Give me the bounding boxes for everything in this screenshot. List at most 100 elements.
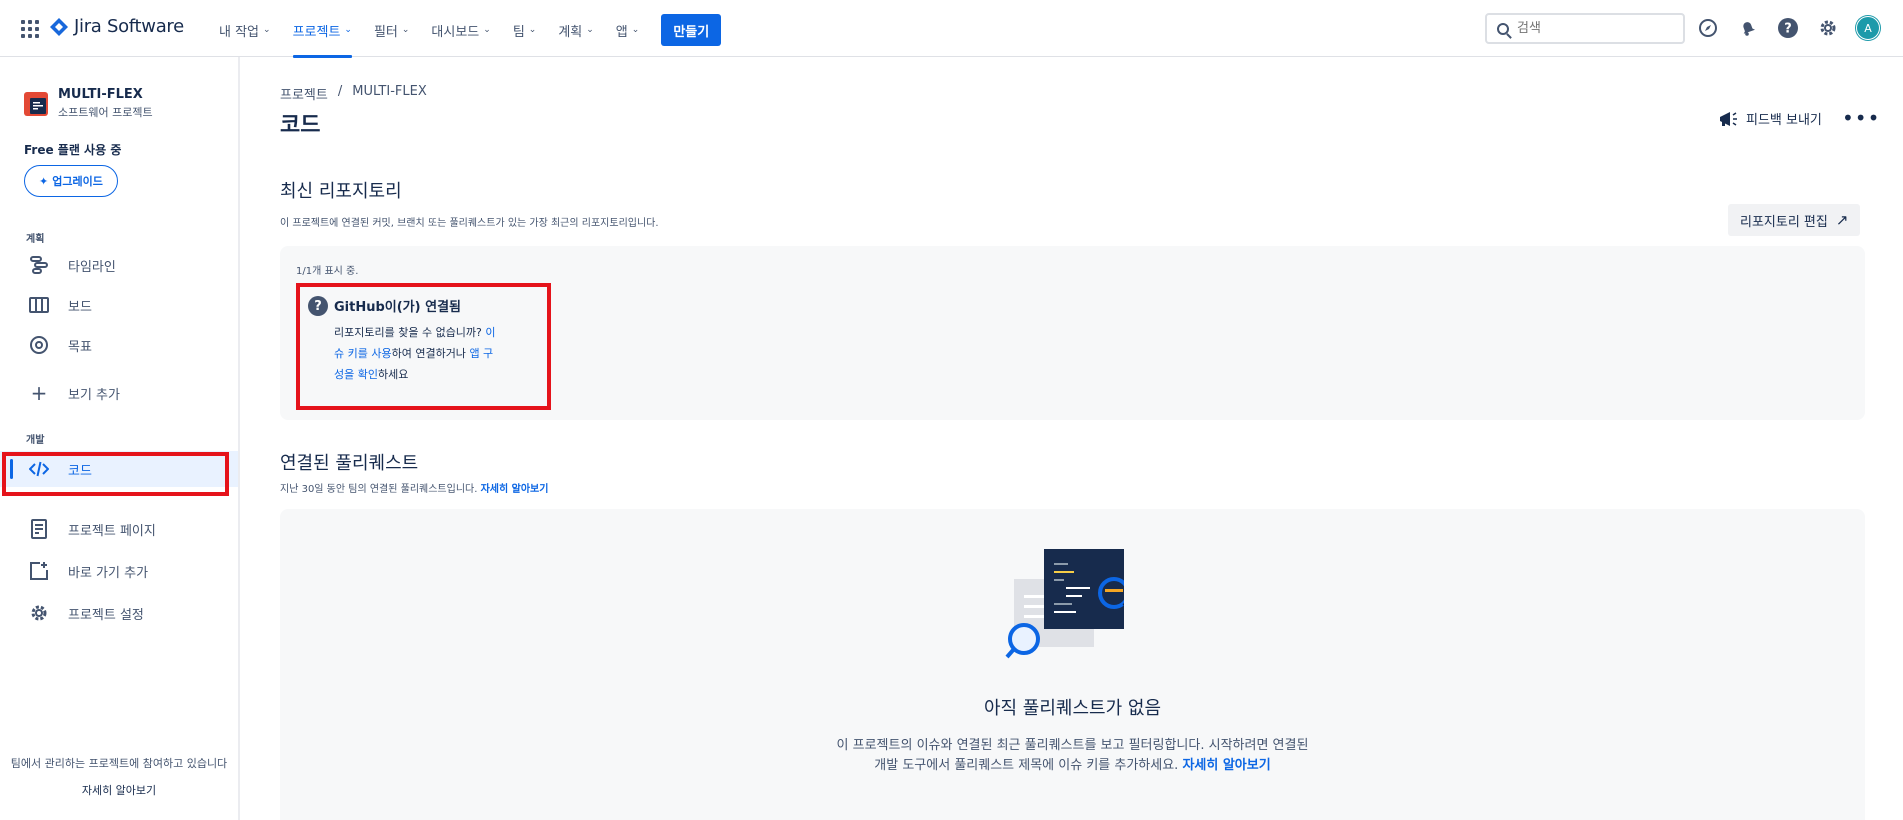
project-header[interactable]: MULTI-FLEX 소프트웨어 프로젝트 <box>24 87 153 120</box>
chevron-down-icon: ⌄ <box>263 25 271 35</box>
card-text: 하세요 <box>377 368 409 381</box>
sidebar-item-label: 보기 추가 <box>68 387 120 403</box>
settings-gear-icon[interactable] <box>1816 16 1840 40</box>
section-planning-label: 계획 <box>26 234 45 245</box>
chevron-down-icon: ⌄ <box>483 25 491 35</box>
nav-label: 필터 <box>373 24 398 40</box>
desc-text: 지난 30일 동안 팀의 연결된 풀리퀘스트입니다. <box>280 484 481 495</box>
project-name: MULTI-FLEX <box>58 87 143 102</box>
question-icon: ? <box>308 296 328 316</box>
sparkle-icon: ✦ <box>39 174 49 188</box>
card-text: 리포지토리를 찾을 수 없습니까? <box>334 326 486 339</box>
top-actions: ? A <box>1696 16 1880 40</box>
nav-label: 팀 <box>512 24 525 40</box>
project-type: 소프트웨어 프로젝트 <box>58 106 153 119</box>
nav-plans[interactable]: 계획 ⌄ <box>552 15 599 45</box>
feedback-button[interactable]: 피드백 보내기 <box>1718 109 1822 128</box>
empty-state-description: 이 프로젝트의 이슈와 연결된 최근 풀리퀘스트를 보고 필터링합니다. 시작하… <box>832 736 1313 776</box>
chevron-down-icon: ⌄ <box>528 25 537 35</box>
sidebar-item-add-view[interactable]: + 보기 추가 <box>0 375 238 411</box>
feedback-label: 피드백 보내기 <box>1746 113 1822 128</box>
external-link-icon: ↗ <box>1835 211 1849 229</box>
edit-repository-button[interactable]: 리포지토리 편집 ↗ <box>1728 204 1861 236</box>
sidebar-item-label: 보드 <box>68 299 92 315</box>
nav-label: 계획 <box>558 24 583 40</box>
nav-menu: 내 작업 ⌄ 프로젝트 ⌄ 필터 ⌄ 대시보드 ⌄ 팀 ⌄ 계획 ⌄ 앱 ⌄ 만들기 <box>213 14 722 58</box>
settings-gear-icon <box>28 602 50 624</box>
nav-my-work[interactable]: 내 작업 ⌄ <box>213 15 277 45</box>
linked-prs-heading: 연결된 풀리퀘스트 <box>280 453 419 474</box>
edit-repository-label: 리포지토리 편집 <box>1740 214 1828 230</box>
more-options-icon[interactable]: ••• <box>1842 108 1880 128</box>
linked-prs-description: 지난 30일 동안 팀의 연결된 풀리퀘스트입니다. 자세히 알아보기 <box>280 480 548 495</box>
sidebar-item-goals[interactable]: 목표 <box>0 327 238 363</box>
plan-label: Free 플랜 사용 중 <box>24 143 122 157</box>
sidebar-footer-text: 팀에서 관리하는 프로젝트에 참여하고 있습니다 <box>10 757 228 770</box>
chevron-down-icon: ⌄ <box>344 25 352 35</box>
nav-label: 앱 <box>615 24 628 40</box>
sidebar-learn-more-link[interactable]: 자세히 알아보기 <box>0 782 238 798</box>
nav-label: 프로젝트 <box>292 24 341 40</box>
plus-icon: + <box>30 381 48 405</box>
notification-bell-icon[interactable] <box>1736 16 1760 40</box>
sidebar-item-timeline[interactable]: 타임라인 <box>0 247 238 283</box>
nav-dashboards[interactable]: 대시보드 ⌄ <box>425 15 496 45</box>
nav-label: 대시보드 <box>431 24 480 40</box>
search-input[interactable] <box>1517 21 1667 36</box>
page-title: 코드 <box>280 113 321 138</box>
nav-projects[interactable]: 프로젝트 ⌄ <box>287 15 358 58</box>
empty-state-title: 아직 풀리퀘스트가 없음 <box>983 698 1162 719</box>
compass-icon[interactable] <box>1696 16 1720 40</box>
github-card-body: 리포지토리를 찾을 수 없습니까? 이슈 키를 사용하여 연결하거나 앱 구성을… <box>334 322 502 385</box>
sidebar-item-label: 타임라인 <box>68 259 116 275</box>
add-shortcut-icon <box>28 560 50 582</box>
help-icon[interactable]: ? <box>1776 16 1800 40</box>
repos-panel: 1/1개 표시 중. ? GitHub이(가) 연결됨 리포지토리를 찾을 수 … <box>280 246 1865 420</box>
svg-text:?: ? <box>1784 22 1792 37</box>
app-switcher-icon[interactable] <box>21 20 39 38</box>
user-avatar[interactable]: A <box>1856 16 1880 40</box>
breadcrumb-project[interactable]: MULTI-FLEX <box>352 84 427 103</box>
upgrade-label: 업그레이드 <box>52 175 103 188</box>
chevron-down-icon: ⌄ <box>401 25 410 35</box>
latest-repos-description: 이 프로젝트에 연결된 커밋, 브랜치 또는 풀리퀘스트가 있는 가장 최근의 … <box>280 218 659 229</box>
search-box[interactable] <box>1485 13 1685 44</box>
create-button[interactable]: 만들기 <box>661 14 722 46</box>
nav-filters[interactable]: 필터 ⌄ <box>368 15 415 45</box>
board-icon <box>28 294 50 316</box>
empty-learn-more-link[interactable]: 자세히 알아보기 <box>1182 758 1270 773</box>
showing-count: 1/1개 표시 중. <box>296 266 359 277</box>
sidebar-item-label: 코드 <box>68 463 92 479</box>
sidebar-item-code[interactable]: 코드 <box>0 451 238 487</box>
sidebar-item-project-settings[interactable]: 프로젝트 설정 <box>0 595 238 631</box>
sidebar-item-project-pages[interactable]: 프로젝트 페이지 <box>0 511 238 547</box>
code-search-illustration-icon <box>1005 549 1124 659</box>
sidebar-item-board[interactable]: 보드 <box>0 287 238 323</box>
breadcrumb-separator: / <box>337 84 343 99</box>
search-icon <box>1497 22 1509 35</box>
sidebar-item-add-shortcut[interactable]: 바로 가기 추가 <box>0 553 238 589</box>
timeline-icon <box>28 254 50 276</box>
megaphone-icon <box>1720 111 1737 126</box>
breadcrumb: 프로젝트 / MULTI-FLEX <box>280 84 427 103</box>
jira-diamond-icon <box>50 17 68 36</box>
upgrade-button[interactable]: ✦ 업그레이드 <box>24 165 118 197</box>
project-avatar-icon <box>24 91 48 116</box>
section-dev-label: 개발 <box>26 435 45 446</box>
top-navigation: Jira Software 내 작업 ⌄ 프로젝트 ⌄ 필터 ⌄ 대시보드 ⌄ 팀 ⌄ 계… <box>0 0 1903 58</box>
sidebar-item-label: 목표 <box>68 339 92 355</box>
learn-more-link[interactable]: 자세히 알아보기 <box>481 484 549 495</box>
chevron-down-icon: ⌄ <box>631 25 640 35</box>
github-card-title: GitHub이(가) 연결됨 <box>334 300 461 315</box>
nav-teams[interactable]: 팀 ⌄ <box>507 15 543 45</box>
chevron-down-icon: ⌄ <box>586 25 594 35</box>
project-sidebar: MULTI-FLEX 소프트웨어 프로젝트 Free 플랜 사용 중 ✦ 업그레… <box>0 57 240 820</box>
code-icon <box>28 458 50 480</box>
breadcrumb-projects[interactable]: 프로젝트 <box>280 84 328 103</box>
product-name: Jira Software <box>74 16 184 37</box>
prs-panel: 아직 풀리퀘스트가 없음 이 프로젝트의 이슈와 연결된 최근 풀리퀘스트를 보… <box>280 509 1865 820</box>
nav-apps[interactable]: 앱 ⌄ <box>610 15 646 45</box>
jira-logo[interactable]: Jira Software <box>50 16 184 37</box>
sidebar-item-label: 프로젝트 페이지 <box>68 523 156 539</box>
github-connected-card: ? GitHub이(가) 연결됨 리포지토리를 찾을 수 없습니까? 이슈 키를… <box>298 284 500 404</box>
